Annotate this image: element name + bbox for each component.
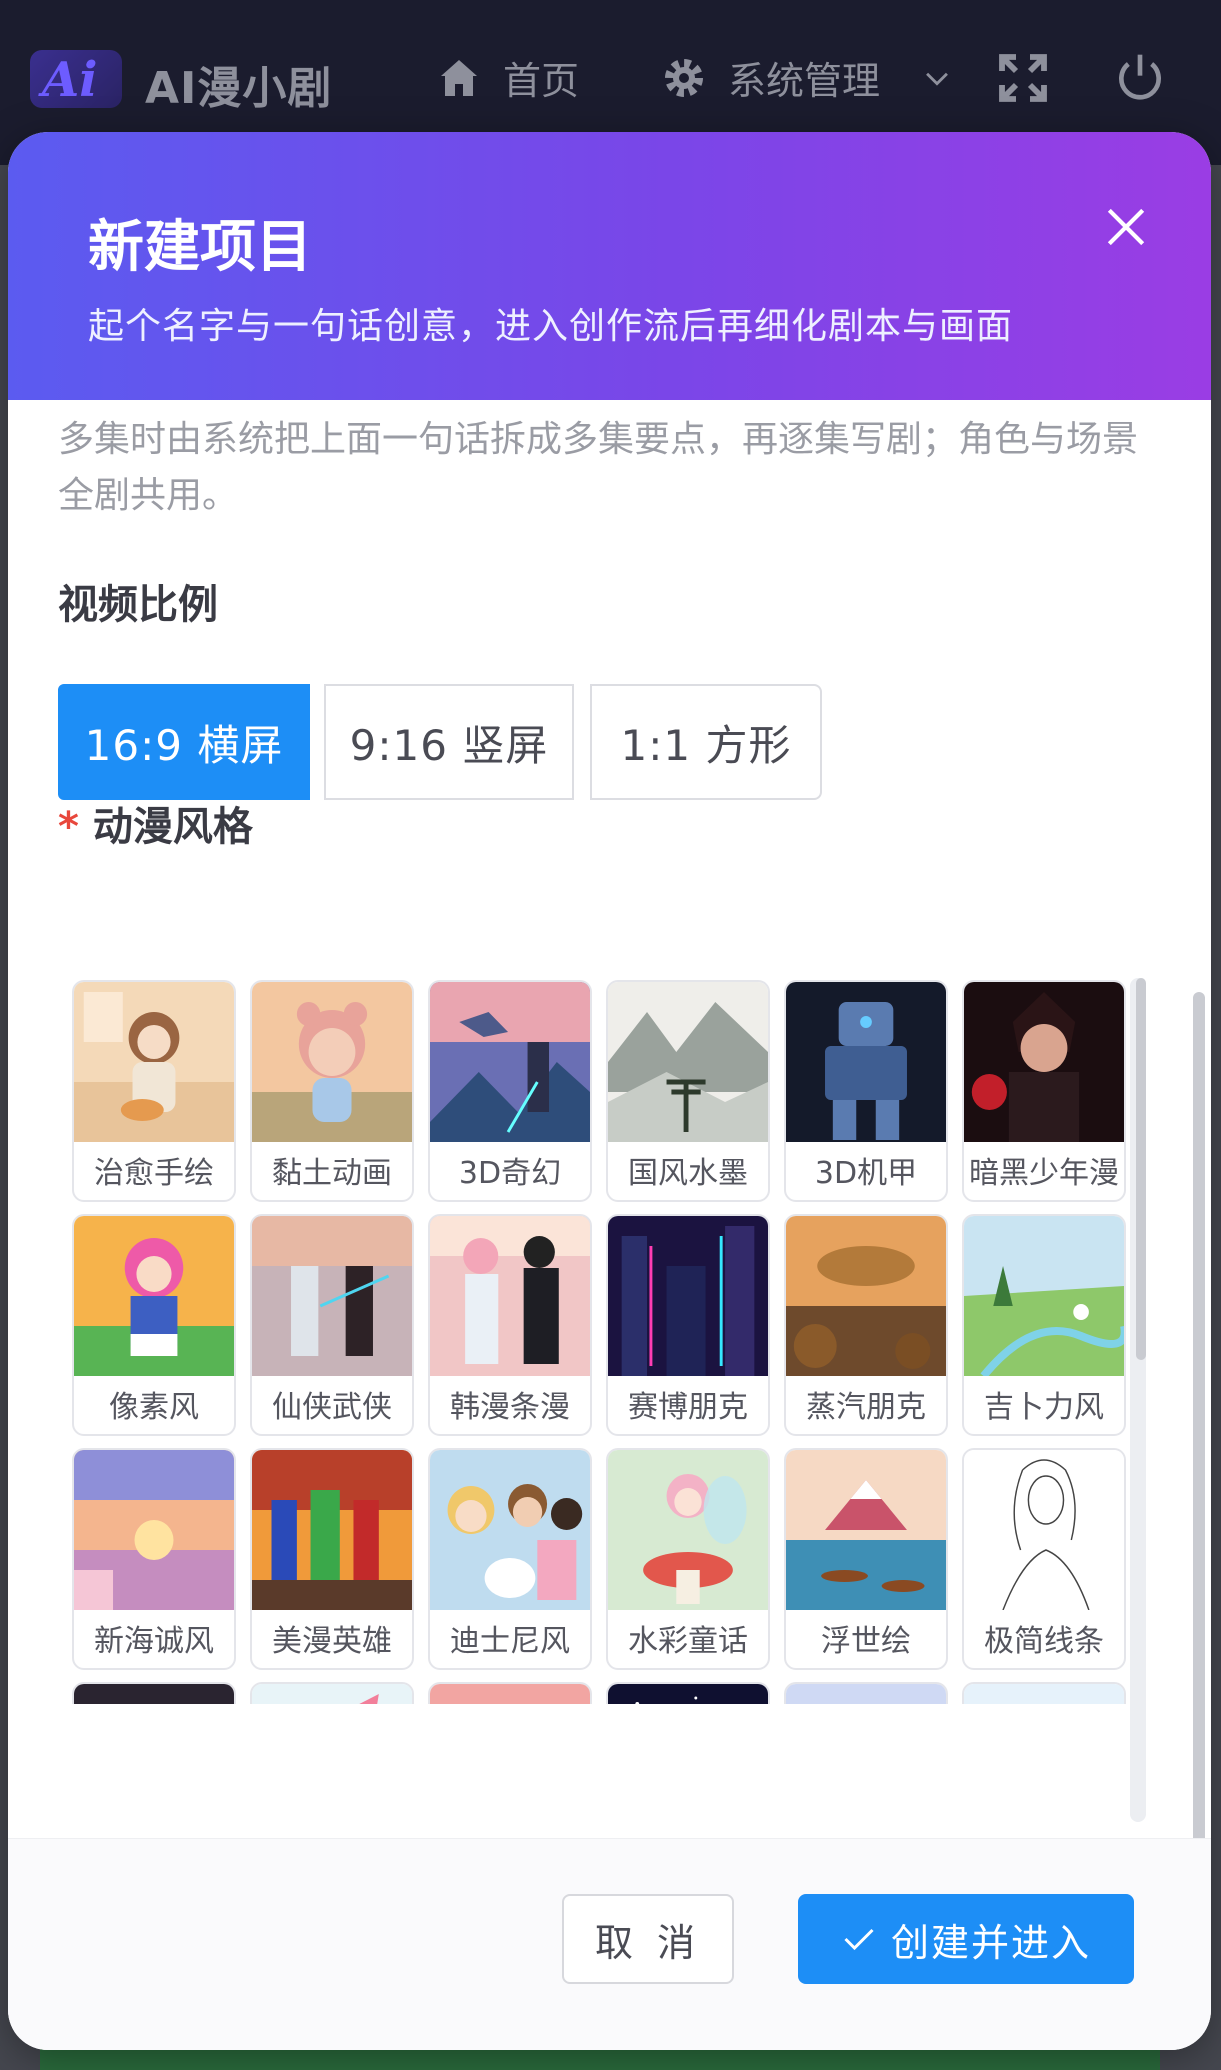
pixel-thumb bbox=[74, 1216, 234, 1376]
style-card[interactable]: 3D奇幻 bbox=[428, 980, 592, 1202]
style-label: * 动漫风格 bbox=[58, 804, 253, 850]
style-name: 3D机甲 bbox=[814, 1156, 918, 1191]
style-card[interactable] bbox=[250, 1682, 414, 1704]
dark-shonen-thumb bbox=[964, 982, 1124, 1142]
style-card[interactable]: 暗黑少年漫 bbox=[962, 980, 1126, 1202]
xianxia-thumb bbox=[252, 1216, 412, 1376]
style-card[interactable]: 治愈手绘 bbox=[72, 980, 236, 1202]
ghibli-thumb bbox=[964, 1216, 1124, 1376]
style-card[interactable] bbox=[72, 1682, 236, 1704]
style-card[interactable]: 仙侠武侠 bbox=[250, 1214, 414, 1436]
style-name: 浮世绘 bbox=[821, 1624, 911, 1659]
chevron-down-icon bbox=[926, 72, 948, 86]
style-name: 赛博朋克 bbox=[628, 1390, 748, 1425]
style-card[interactable] bbox=[784, 1682, 948, 1704]
style-name: 国风水墨 bbox=[628, 1156, 748, 1191]
chibi-thumb bbox=[252, 1684, 412, 1704]
nav-home[interactable]: 首页 bbox=[435, 50, 579, 105]
space-scifi-thumb bbox=[608, 1684, 768, 1704]
ratio-label: 视频比例 bbox=[58, 582, 218, 628]
create-and-enter-button[interactable]: 创建并进入 bbox=[798, 1894, 1134, 1984]
minimal-line-thumb bbox=[964, 1450, 1124, 1610]
ratio-option-16-9[interactable]: 16:9 横屏 bbox=[58, 684, 310, 800]
style-card[interactable]: 像素风 bbox=[72, 1214, 236, 1436]
style-name: 3D奇幻 bbox=[458, 1156, 562, 1191]
nav-system[interactable]: 系统管理 bbox=[660, 50, 954, 105]
style-card[interactable]: 赛博朋克 bbox=[606, 1214, 770, 1436]
style-name: 仙侠武侠 bbox=[272, 1390, 392, 1425]
style-card[interactable]: 蒸汽朋克 bbox=[784, 1214, 948, 1436]
gothic-thumb bbox=[74, 1684, 234, 1704]
style-card[interactable]: 水彩童话 bbox=[606, 1448, 770, 1670]
ukiyoe-thumb bbox=[786, 1450, 946, 1610]
style-name: 治愈手绘 bbox=[94, 1156, 214, 1191]
cyberpunk-thumb bbox=[608, 1216, 768, 1376]
app-name: AI漫小剧 bbox=[145, 63, 333, 114]
watercolor-thumb bbox=[608, 1450, 768, 1610]
style-card[interactable] bbox=[962, 1682, 1126, 1704]
style-card[interactable]: 国风水墨 bbox=[606, 980, 770, 1202]
style-card[interactable]: 吉卜力风 bbox=[962, 1214, 1126, 1436]
american-hero-thumb bbox=[252, 1450, 412, 1610]
steampunk-thumb bbox=[786, 1216, 946, 1376]
style-name: 水彩童话 bbox=[628, 1624, 748, 1659]
style-name: 像素风 bbox=[109, 1390, 199, 1425]
new-project-dialog: 新建项目 起个名字与一句话创意，进入创作流后再细化剧本与画面 多集时由系统把上面… bbox=[8, 132, 1211, 2050]
style-name: 吉卜力风 bbox=[984, 1390, 1104, 1425]
style-card[interactable]: 浮世绘 bbox=[784, 1448, 948, 1670]
cancel-button[interactable]: 取 消 bbox=[562, 1894, 734, 1984]
style-card[interactable]: 极简线条 bbox=[962, 1448, 1126, 1670]
style-name: 美漫英雄 bbox=[272, 1624, 392, 1659]
shinkai-thumb bbox=[74, 1450, 234, 1610]
gear-icon bbox=[665, 58, 703, 97]
style-grid-scrollbar[interactable] bbox=[1136, 978, 1146, 1360]
ratio-option-1-1[interactable]: 1:1 方形 bbox=[590, 684, 822, 800]
style-name: 韩漫条漫 bbox=[450, 1390, 570, 1425]
style-name: 极简线条 bbox=[984, 1624, 1104, 1659]
style-card[interactable]: 韩漫条漫 bbox=[428, 1214, 592, 1436]
close-icon[interactable] bbox=[1101, 202, 1151, 252]
dialog-header: 新建项目 起个名字与一句话创意，进入创作流后再细化剧本与画面 bbox=[8, 132, 1211, 400]
style-card[interactable] bbox=[428, 1682, 592, 1704]
battle-anime-thumb bbox=[964, 1684, 1124, 1704]
healing-handdrawn-thumb bbox=[74, 982, 234, 1142]
ink-wash-thumb bbox=[608, 982, 768, 1142]
style-name: 黏土动画 bbox=[272, 1156, 392, 1191]
ratio-option-9-16[interactable]: 9:16 竖屏 bbox=[324, 684, 574, 800]
style-card[interactable]: 美漫英雄 bbox=[250, 1448, 414, 1670]
nav-system-label: 系统管理 bbox=[728, 59, 881, 103]
style-grid: 治愈手绘 黏土动画 3D奇幻 国风水墨 3D机甲 暗黑少年漫 像素风 仙侠武侠 … bbox=[66, 980, 1126, 1704]
style-name: 迪士尼风 bbox=[450, 1624, 570, 1659]
style-name: 暗黑少年漫 bbox=[969, 1156, 1119, 1191]
check-icon bbox=[844, 1928, 874, 1951]
style-name: 蒸汽朋克 bbox=[806, 1390, 926, 1425]
fullscreen-icon[interactable] bbox=[995, 50, 1051, 106]
dialog-subtitle: 起个名字与一句话创意，进入创作流后再细化剧本与画面 bbox=[88, 306, 1014, 347]
required-mark: * bbox=[58, 804, 79, 850]
dialog-scrollbar[interactable] bbox=[1193, 992, 1205, 1932]
dreamy-pastel-thumb bbox=[786, 1684, 946, 1704]
3d-mecha-thumb bbox=[786, 982, 946, 1142]
power-icon[interactable] bbox=[1112, 50, 1168, 106]
style-card[interactable]: 新海诚风 bbox=[72, 1448, 236, 1670]
app-logo: Ai bbox=[30, 50, 122, 108]
3d-fantasy-thumb bbox=[430, 982, 590, 1142]
webtoon-thumb bbox=[430, 1216, 590, 1376]
episode-hint: 多集时由系统把上面一句话拆成多集要点，再逐集写剧；角色与场景全剧共用。 bbox=[58, 419, 1139, 516]
style-name: 新海诚风 bbox=[94, 1624, 214, 1659]
create-button-label: 创建并进入 bbox=[890, 1920, 1091, 1965]
style-card[interactable] bbox=[606, 1682, 770, 1704]
nav-home-label: 首页 bbox=[503, 59, 580, 103]
style-card[interactable]: 迪士尼风 bbox=[428, 1448, 592, 1670]
dialog-title: 新建项目 bbox=[88, 215, 312, 280]
style-card[interactable]: 黏土动画 bbox=[250, 980, 414, 1202]
retro-anime-thumb bbox=[430, 1684, 590, 1704]
home-icon bbox=[441, 59, 477, 96]
disney-thumb bbox=[430, 1450, 590, 1610]
clay-animation-thumb bbox=[252, 982, 412, 1142]
style-card[interactable]: 3D机甲 bbox=[784, 980, 948, 1202]
